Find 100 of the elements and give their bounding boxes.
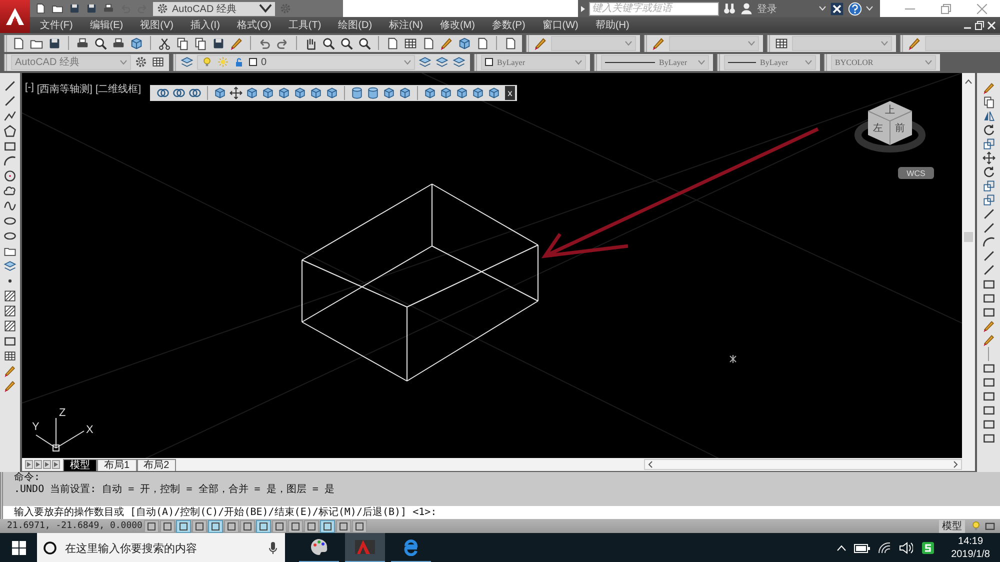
restore-icon[interactable] bbox=[975, 20, 984, 30]
drafting-toggle[interactable] bbox=[256, 520, 271, 532]
line-icon[interactable] bbox=[982, 263, 996, 277]
exchange-icon[interactable] bbox=[830, 2, 844, 16]
plot-style-dropdown[interactable]: BYCOLOR bbox=[831, 54, 936, 70]
binoculars-icon[interactable] bbox=[723, 2, 736, 15]
brush-icon[interactable] bbox=[229, 36, 244, 50]
cube-icon[interactable] bbox=[423, 86, 437, 100]
model-space-button[interactable]: 模型 bbox=[939, 520, 965, 532]
app-menu-button[interactable] bbox=[0, 0, 30, 33]
cube-icon[interactable] bbox=[245, 86, 259, 100]
search-field[interactable]: 键入关键字或短语 bbox=[589, 2, 719, 16]
rings-icon[interactable] bbox=[156, 86, 170, 100]
printer-icon[interactable] bbox=[102, 2, 115, 15]
menu-item[interactable]: 帮助(H) bbox=[595, 18, 630, 32]
pentagon-icon[interactable] bbox=[3, 124, 17, 138]
drafting-toggle[interactable] bbox=[224, 520, 239, 532]
magnifier-icon[interactable] bbox=[339, 36, 354, 50]
cross-arrows-icon[interactable] bbox=[982, 151, 996, 165]
squares-icon[interactable] bbox=[982, 137, 996, 151]
layer-dropdown[interactable]: 0 bbox=[197, 54, 415, 70]
triangles-icon[interactable] bbox=[982, 109, 996, 123]
rings-icon[interactable] bbox=[188, 86, 202, 100]
cube-icon[interactable] bbox=[455, 86, 469, 100]
pages-icon[interactable] bbox=[982, 95, 996, 109]
layers-icon[interactable] bbox=[435, 55, 449, 69]
color-dropdown[interactable]: ByLayer bbox=[481, 54, 586, 70]
drafting-toggle[interactable] bbox=[176, 520, 191, 532]
line-icon[interactable] bbox=[982, 249, 996, 263]
tab-nav-icon[interactable] bbox=[34, 460, 42, 469]
table-icon[interactable] bbox=[3, 349, 17, 363]
cube-icon[interactable] bbox=[309, 86, 323, 100]
drafting-toggle[interactable] bbox=[208, 520, 223, 532]
menu-item[interactable]: 修改(M) bbox=[440, 18, 475, 32]
spline-icon[interactable] bbox=[3, 199, 17, 213]
battery-icon[interactable] bbox=[854, 544, 870, 552]
chevron-up-icon[interactable] bbox=[965, 79, 972, 84]
cylinder-icon[interactable] bbox=[366, 86, 380, 100]
drafting-toggle[interactable] bbox=[320, 520, 335, 532]
multileader-style-dropdown[interactable] bbox=[925, 36, 1000, 50]
pages-icon[interactable] bbox=[175, 36, 190, 50]
cube-icon[interactable] bbox=[398, 86, 412, 100]
view-name[interactable]: [西南等轴测] bbox=[36, 82, 92, 96]
cube-icon[interactable] bbox=[325, 86, 339, 100]
cube-icon[interactable] bbox=[293, 86, 307, 100]
taskbar-app-button[interactable] bbox=[345, 533, 385, 562]
help-icon[interactable] bbox=[848, 2, 862, 16]
layers-icon[interactable] bbox=[418, 55, 432, 69]
menu-item[interactable]: 文件(F) bbox=[40, 18, 73, 32]
layout-tab[interactable]: 布局1 bbox=[97, 459, 137, 471]
circle-icon[interactable] bbox=[3, 169, 17, 183]
brush-icon[interactable] bbox=[651, 36, 666, 50]
brush-icon[interactable] bbox=[3, 364, 17, 378]
wcs-menu[interactable]: WCS bbox=[898, 167, 934, 179]
brush-icon[interactable] bbox=[3, 379, 17, 393]
menu-item[interactable]: 插入(I) bbox=[190, 18, 220, 32]
brush-icon[interactable] bbox=[982, 81, 996, 95]
tab-nav-icon[interactable] bbox=[52, 460, 60, 469]
taskbar-search-field[interactable]: 在这里输入你要搜索的内容 bbox=[37, 533, 285, 562]
line-icon[interactable] bbox=[982, 221, 996, 235]
cube-icon[interactable] bbox=[261, 86, 275, 100]
printer-icon[interactable] bbox=[111, 36, 126, 50]
command-prompt[interactable]: 输入要放弃的操作数目或 [自动(A)/控制(C)/开始(BE)/结束(E)/标记(M)/后退(B)] <1>: bbox=[3, 506, 1000, 519]
floppy-icon[interactable] bbox=[85, 2, 98, 15]
document-icon[interactable] bbox=[34, 2, 47, 15]
chevron-left-icon[interactable] bbox=[648, 461, 653, 468]
layers-icon[interactable] bbox=[452, 55, 466, 69]
squares-icon[interactable] bbox=[982, 179, 996, 193]
close-button[interactable]: x bbox=[505, 86, 515, 100]
rotate-icon[interactable] bbox=[982, 123, 996, 137]
printer-icon[interactable] bbox=[75, 36, 90, 50]
scissors-icon[interactable] bbox=[157, 36, 172, 50]
layers-icon[interactable] bbox=[180, 55, 194, 69]
tab-nav-icon[interactable] bbox=[25, 460, 33, 469]
layout-tab[interactable]: 布局2 bbox=[136, 459, 176, 471]
arc-icon[interactable] bbox=[3, 154, 17, 168]
drafting-toggle[interactable] bbox=[160, 520, 175, 532]
menu-item[interactable]: 格式(O) bbox=[236, 18, 272, 32]
cube-icon[interactable] bbox=[471, 86, 485, 100]
cube-icon[interactable] bbox=[382, 86, 396, 100]
menu-item[interactable]: 编辑(E) bbox=[90, 18, 124, 32]
hatch-icon[interactable] bbox=[3, 304, 17, 318]
floppy-icon[interactable] bbox=[68, 2, 81, 15]
menu-item[interactable]: 绘图(D) bbox=[338, 18, 372, 32]
rotate-icon[interactable] bbox=[982, 165, 996, 179]
cross-arrows-icon[interactable] bbox=[229, 86, 243, 100]
cloud-icon[interactable] bbox=[3, 184, 17, 198]
squares-icon[interactable] bbox=[982, 193, 996, 207]
pages-icon[interactable] bbox=[193, 36, 208, 50]
chevron-right-icon[interactable] bbox=[953, 461, 958, 468]
windows-start-icon[interactable] bbox=[12, 541, 26, 555]
menu-item[interactable]: 工具(T) bbox=[288, 18, 322, 32]
tab-nav-icon[interactable] bbox=[43, 460, 51, 469]
cube-icon[interactable] bbox=[129, 36, 144, 50]
cylinder-icon[interactable] bbox=[350, 86, 364, 100]
polyline-icon[interactable] bbox=[3, 109, 17, 123]
brush-icon[interactable] bbox=[907, 36, 922, 50]
brush-icon[interactable] bbox=[982, 333, 996, 347]
linetype-dropdown[interactable]: ByLayer bbox=[601, 54, 709, 70]
gear-icon[interactable] bbox=[134, 55, 148, 69]
